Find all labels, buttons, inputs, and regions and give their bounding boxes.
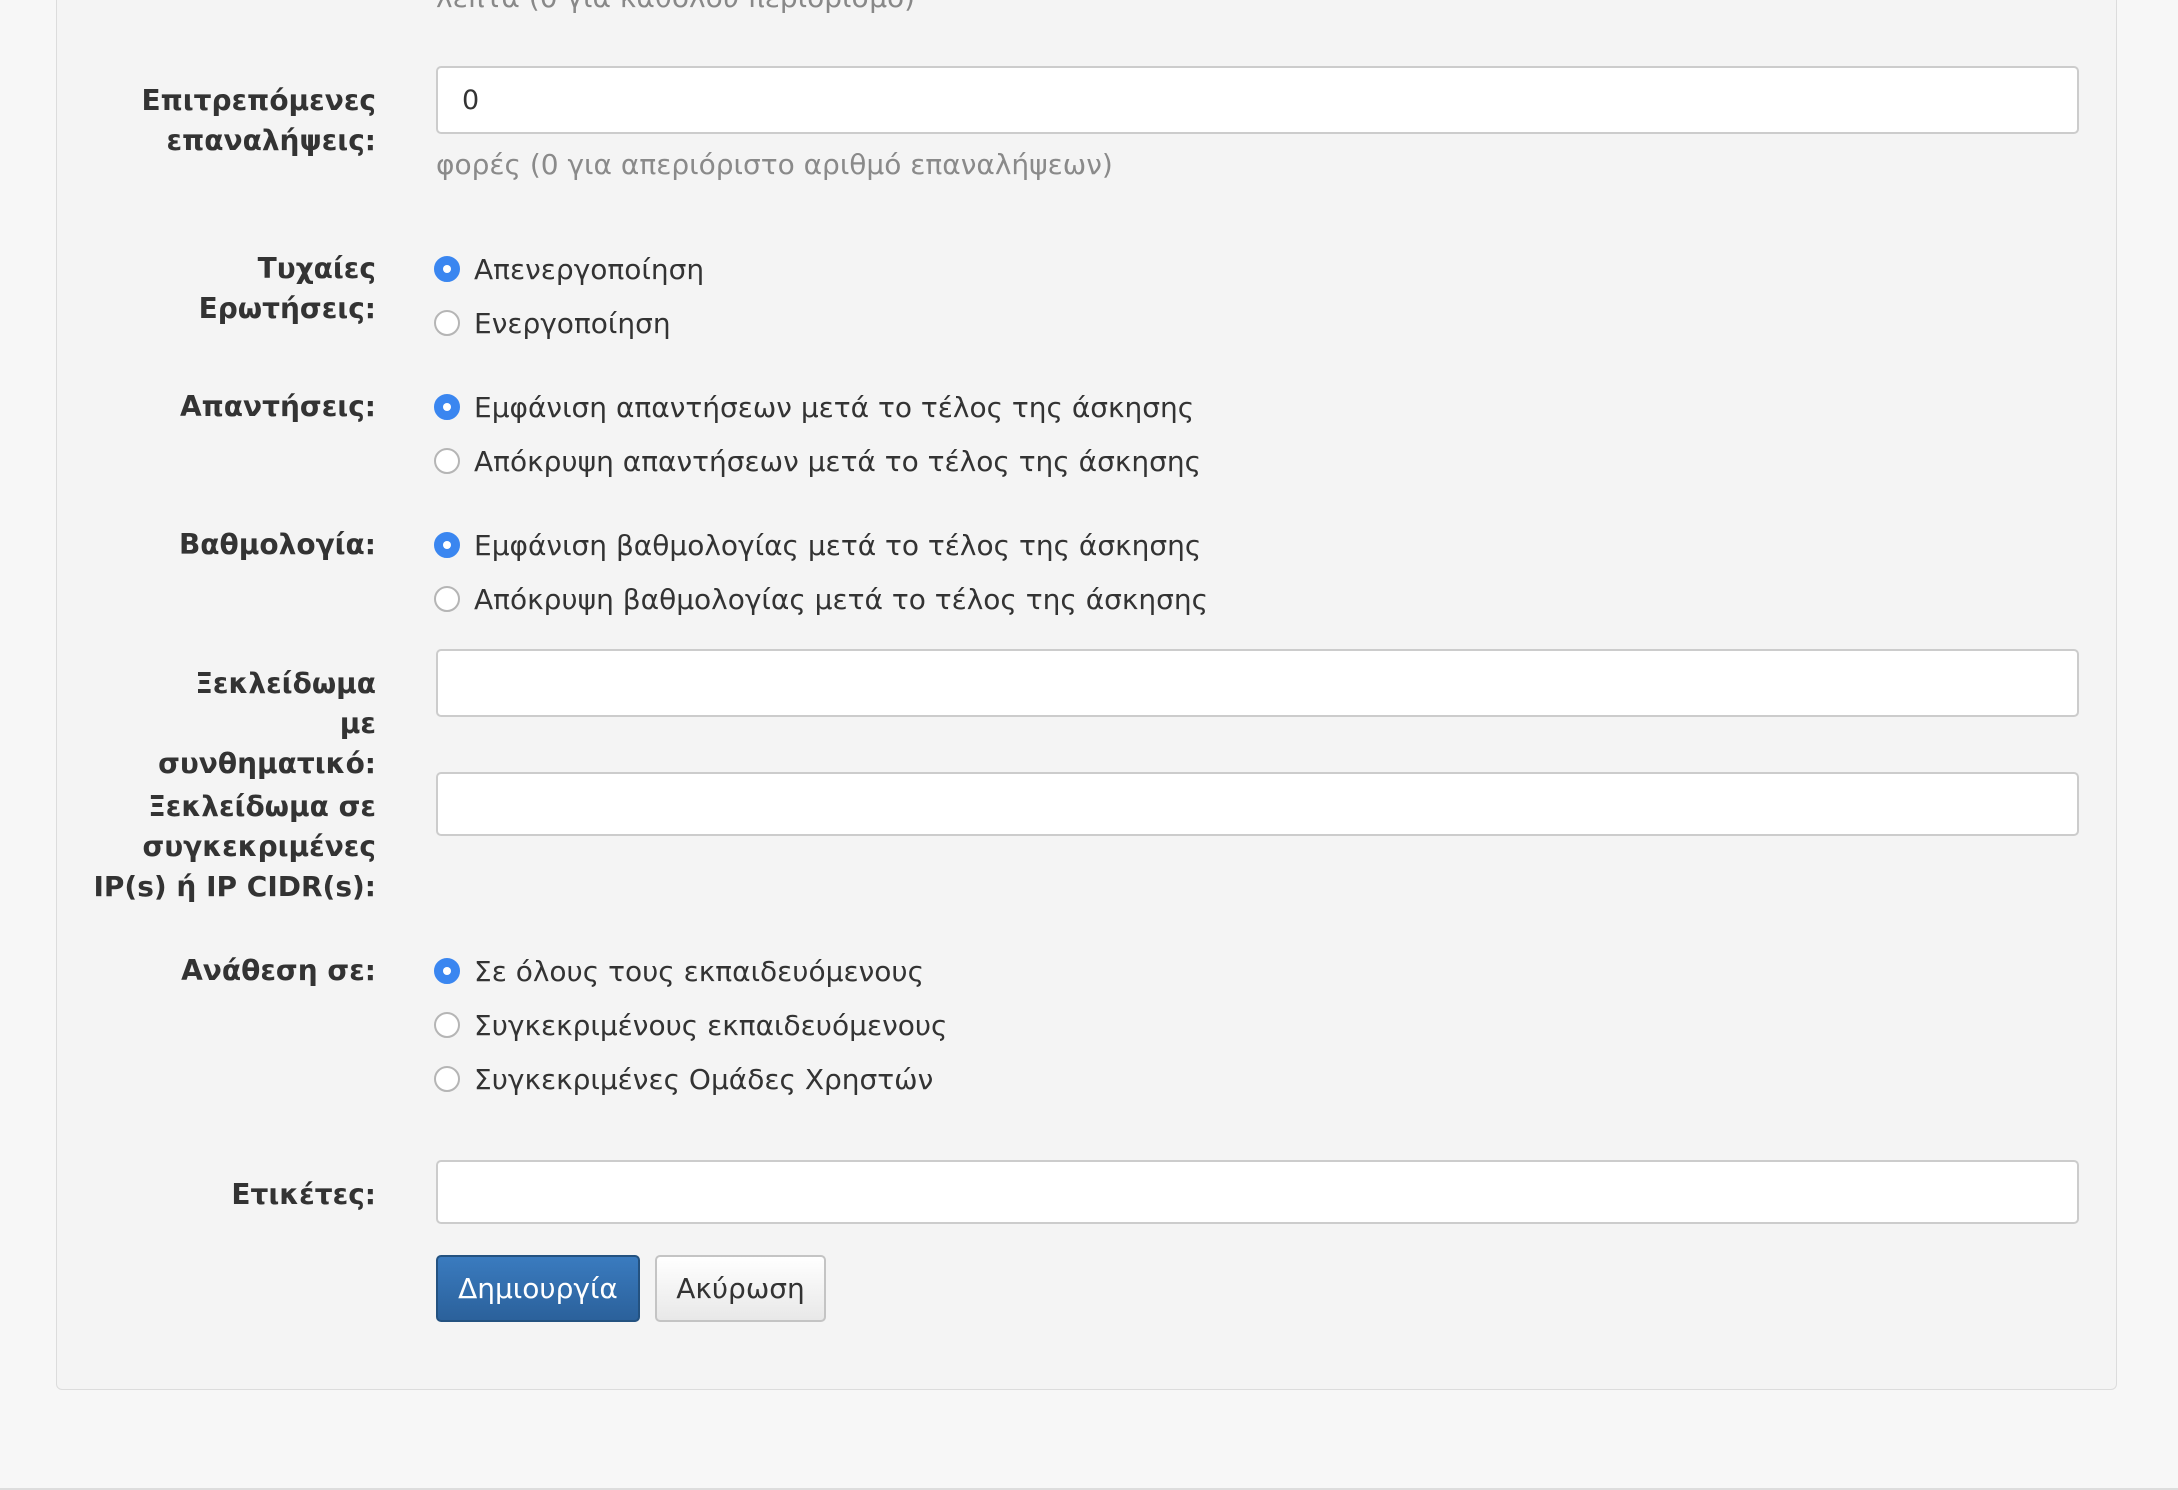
create-button[interactable]: Δημιουργία [436, 1255, 640, 1322]
attempts-help: φορές (0 για απεριόριστο αριθμό επαναλήψ… [436, 148, 1113, 181]
radio-checked-icon[interactable] [434, 256, 460, 282]
radio-unchecked-icon[interactable] [434, 1066, 460, 1092]
answers-option-show[interactable]: Εμφάνιση απαντήσεων μετά το τέλος της άσ… [434, 387, 1194, 427]
attempts-label: Επιτρεπόμενες επαναλήψεις: [141, 84, 376, 157]
radio-label: Εμφάνιση απαντήσεων μετά το τέλος της άσ… [474, 390, 1195, 424]
tags-label: Ετικέτες: [231, 1178, 376, 1211]
radio-label: Απενεργοποίηση [474, 252, 705, 286]
random-questions-option-disable[interactable]: Απενεργοποίηση [434, 249, 704, 289]
radio-unchecked-icon[interactable] [434, 1012, 460, 1038]
radio-label: Ενεργοποίηση [474, 306, 671, 340]
tags-input[interactable] [436, 1160, 2079, 1224]
radio-unchecked-icon[interactable] [434, 310, 460, 336]
radio-label: Εμφάνιση βαθμολογίας μετά το τέλος της ά… [474, 528, 1202, 562]
radio-label: Συγκεκριμένες Ομάδες Χρηστών [474, 1062, 934, 1096]
assign-to-option-specific-users[interactable]: Συγκεκριμένους εκπαιδευόμενους [434, 1005, 947, 1045]
cancel-button[interactable]: Ακύρωση [655, 1255, 826, 1322]
random-questions-option-enable[interactable]: Ενεργοποίηση [434, 303, 671, 343]
attempts-input[interactable] [436, 66, 2079, 134]
answers-option-hide[interactable]: Απόκρυψη απαντήσεων μετά το τέλος της άσ… [434, 441, 1201, 481]
assign-to-option-all[interactable]: Σε όλους τους εκπαιδευόμενους [434, 951, 924, 991]
radio-label: Σε όλους τους εκπαιδευόμενους [474, 954, 924, 988]
ip-unlock-label: Ξεκλείδωμα σε συγκεκριμένες IP(s) ή IP C… [93, 790, 376, 903]
radio-checked-icon[interactable] [434, 532, 460, 558]
radio-label: Συγκεκριμένους εκπαιδευόμενους [474, 1008, 948, 1042]
radio-checked-icon[interactable] [434, 394, 460, 420]
ip-unlock-input[interactable] [436, 772, 2079, 836]
password-unlock-label: Ξεκλείδωμα με συνθηματικό: [158, 667, 376, 780]
radio-checked-icon[interactable] [434, 958, 460, 984]
radio-label: Απόκρυψη απαντήσεων μετά το τέλος της άσ… [474, 444, 1202, 478]
radio-unchecked-icon[interactable] [434, 448, 460, 474]
score-option-hide[interactable]: Απόκρυψη βαθμολογίας μετά το τέλος της ά… [434, 579, 1208, 619]
score-option-show[interactable]: Εμφάνιση βαθμολογίας μετά το τέλος της ά… [434, 525, 1201, 565]
assign-to-label: Ανάθεση σε: [181, 954, 376, 987]
time-limit-help: λεπτά (0 για καθόλου περιορισμό) [436, 0, 915, 18]
assign-to-option-groups[interactable]: Συγκεκριμένες Ομάδες Χρηστών [434, 1059, 933, 1099]
score-label: Βαθμολογία: [178, 528, 376, 561]
radio-unchecked-icon[interactable] [434, 586, 460, 612]
random-questions-label: Τυχαίες Ερωτήσεις: [198, 252, 376, 325]
radio-label: Απόκρυψη βαθμολογίας μετά το τέλος της ά… [474, 582, 1209, 616]
password-unlock-input[interactable] [436, 649, 2079, 717]
answers-label: Απαντήσεις: [179, 390, 376, 423]
